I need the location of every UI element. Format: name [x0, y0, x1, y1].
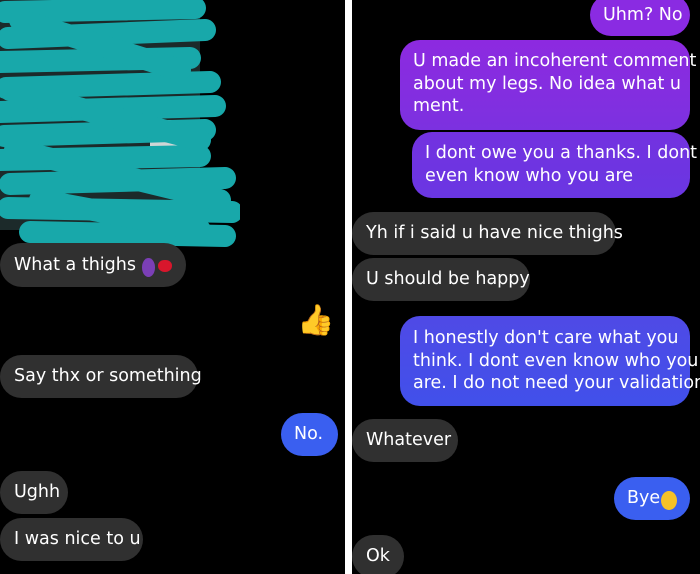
right-chat-screenshot: Uhm? No U made an incoherent comment abo… — [352, 0, 700, 574]
message-bubble-received: What a thighs — [0, 243, 186, 287]
message-bubble-sent: Bye — [614, 477, 690, 520]
devil-face-icon — [141, 257, 156, 277]
laughing-face-icon — [661, 491, 677, 510]
thumbs-up-icon: 👍 — [297, 303, 335, 338]
message-bubble-received: Ok — [352, 535, 404, 574]
redacted-image-scribble — [0, 0, 240, 247]
message-bubble-sent: I dont owe you a thanks. I dont even kno… — [412, 132, 697, 198]
message-bubble-received: Yh if i said u have nice thighs — [352, 212, 623, 255]
message-bubble-sent: U made an incoherent comment about my le… — [400, 40, 696, 130]
message-bubble-sent: Uhm? No — [590, 0, 690, 36]
left-chat-screenshot: What a thighs 👍 Say thx or something No.… — [0, 0, 345, 574]
message-bubble-sent: No. — [281, 413, 338, 456]
message-bubble-received: U should be happy — [352, 258, 530, 301]
kiss-mark-icon — [158, 260, 172, 272]
message-bubble-received: I was nice to u — [0, 518, 143, 561]
message-bubble-received: Say thx or something — [0, 355, 202, 398]
message-bubble-received: Ughh — [0, 471, 68, 514]
message-bubble-sent: I honestly don't care what you think. I … — [400, 316, 700, 406]
message-bubble-received: Whatever — [352, 419, 458, 462]
